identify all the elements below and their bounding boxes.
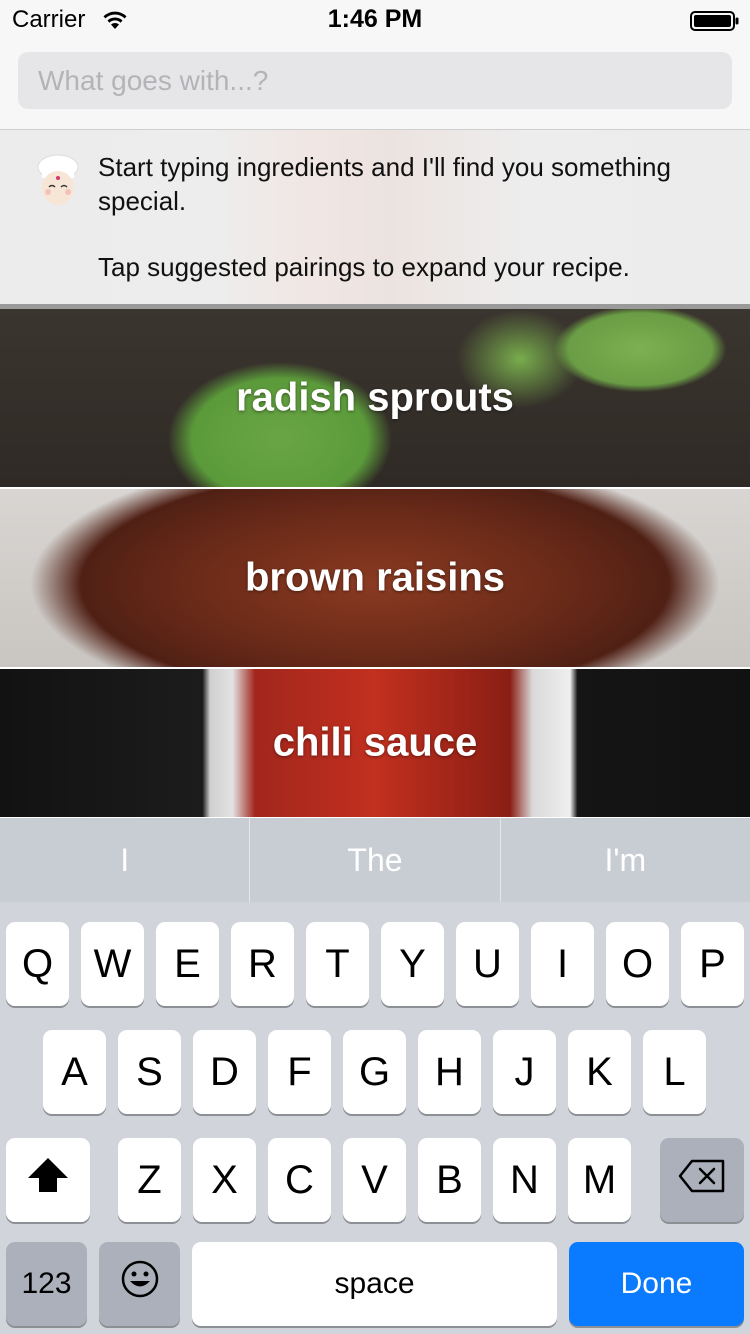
key-u[interactable]: U <box>456 922 519 1006</box>
key-a[interactable]: A <box>43 1030 106 1114</box>
ingredient-label: brown raisins <box>244 555 506 600</box>
key-x[interactable]: X <box>193 1138 256 1222</box>
key-w[interactable]: W <box>81 922 144 1006</box>
key-n[interactable]: N <box>493 1138 556 1222</box>
suggestion-1[interactable]: I <box>0 818 251 902</box>
ingredient-row-radish-sprouts[interactable]: radish sprouts <box>0 309 750 489</box>
ingredient-label: radish sprouts <box>236 375 514 420</box>
ingredient-row-chili-sauce[interactable]: chili sauce <box>0 669 750 817</box>
message-text: Start typing ingredients and I'll find y… <box>98 150 718 284</box>
key-i[interactable]: I <box>531 922 594 1006</box>
battery-icon <box>690 10 740 37</box>
key-h[interactable]: H <box>418 1030 481 1114</box>
delete-key[interactable] <box>660 1138 744 1222</box>
key-p[interactable]: P <box>681 922 744 1006</box>
ingredient-row-brown-raisins[interactable]: brown raisins <box>0 489 750 669</box>
search-input[interactable] <box>18 52 732 109</box>
key-l[interactable]: L <box>643 1030 706 1114</box>
key-o[interactable]: O <box>606 922 669 1006</box>
key-z[interactable]: Z <box>118 1138 181 1222</box>
shift-arrow-icon <box>26 1156 70 1204</box>
chef-avatar-icon <box>36 154 80 213</box>
key-s[interactable]: S <box>118 1030 181 1114</box>
chef-message: Start typing ingredients and I'll find y… <box>0 130 750 309</box>
status-bar: Carrier 1:46 PM <box>0 0 750 40</box>
key-d[interactable]: D <box>193 1030 256 1114</box>
key-c[interactable]: C <box>268 1138 331 1222</box>
key-g[interactable]: G <box>343 1030 406 1114</box>
key-e[interactable]: E <box>156 922 219 1006</box>
emoji-icon <box>120 1259 160 1309</box>
shift-key[interactable] <box>6 1138 90 1222</box>
key-v[interactable]: V <box>343 1138 406 1222</box>
backspace-icon <box>678 1158 726 1203</box>
key-m[interactable]: M <box>568 1138 631 1222</box>
key-r[interactable]: R <box>231 922 294 1006</box>
keyboard: I The I'm Q W E R T Y U I O P A S D F G … <box>0 818 750 1334</box>
message-line-2: Tap suggested pairings to expand your re… <box>98 252 630 282</box>
suggestion-2[interactable]: The <box>250 818 501 902</box>
key-k[interactable]: K <box>568 1030 631 1114</box>
key-y[interactable]: Y <box>381 922 444 1006</box>
predictive-bar: I The I'm <box>0 818 750 902</box>
status-time: 1:46 PM <box>327 5 423 33</box>
key-t[interactable]: T <box>306 922 369 1006</box>
ingredient-list: radish sprouts brown raisins chili sauce <box>0 309 750 817</box>
space-key[interactable]: space <box>192 1242 557 1326</box>
done-key[interactable]: Done <box>569 1242 744 1326</box>
key-q[interactable]: Q <box>6 922 69 1006</box>
key-b[interactable]: B <box>418 1138 481 1222</box>
key-j[interactable]: J <box>493 1030 556 1114</box>
key-f[interactable]: F <box>268 1030 331 1114</box>
message-line-1: Start typing ingredients and I'll find y… <box>98 152 671 216</box>
suggestion-3[interactable]: I'm <box>501 818 750 902</box>
emoji-key[interactable] <box>99 1242 180 1326</box>
search-bar <box>0 40 750 130</box>
ingredient-label: chili sauce <box>272 720 478 765</box>
numbers-key[interactable]: 123 <box>6 1242 87 1326</box>
